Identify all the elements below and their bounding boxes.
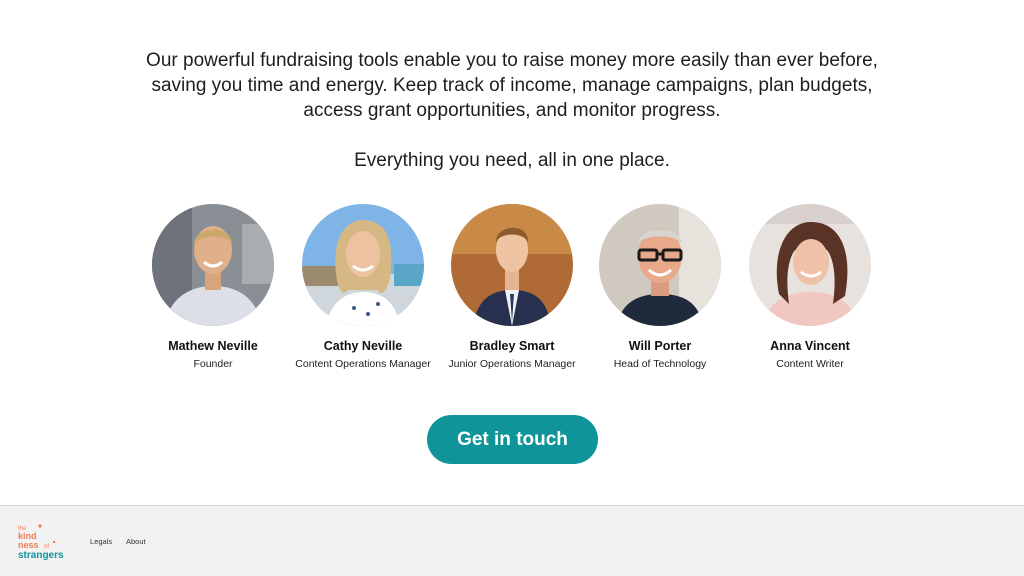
member-role: Content Operations Manager	[295, 358, 431, 370]
page: Our powerful fundraising tools enable yo…	[0, 0, 1024, 576]
avatar-photo	[451, 204, 573, 326]
svg-text:strangers: strangers	[18, 550, 64, 561]
member-name: Anna Vincent	[770, 339, 850, 353]
team-member-card: Bradley Smart Junior Operations Manager	[437, 204, 587, 371]
member-role: Founder	[193, 358, 233, 370]
footer-link-about[interactable]: About	[126, 537, 146, 546]
intro-section: Our powerful fundraising tools enable yo…	[0, 48, 1024, 173]
logo-wordmark-icon: the kind ness of strangers	[18, 524, 64, 561]
member-name: Mathew Neville	[168, 339, 258, 353]
avatar-photo	[152, 204, 274, 326]
team-section: Mathew Neville Founder Cathy Neville Con…	[138, 204, 886, 374]
avatar-photo	[302, 204, 424, 326]
member-name: Will Porter	[628, 339, 692, 353]
member-name: Bradley Smart	[469, 339, 555, 353]
svg-text:ness: ness	[18, 540, 39, 550]
team-member-card: Will Porter Head of Technology	[585, 204, 735, 371]
intro-paragraph: Our powerful fundraising tools enable yo…	[146, 50, 878, 121]
footer-link-legals[interactable]: Legals	[90, 537, 112, 546]
team-member-card: Mathew Neville Founder	[138, 204, 288, 371]
team-member-card: Anna Vincent Content Writer	[735, 204, 885, 371]
intro-tagline: Everything you need, all in one place.	[354, 150, 670, 171]
kindness-of-strangers-logo[interactable]: the kind ness of strangers	[16, 522, 76, 564]
avatar-photo	[749, 204, 871, 326]
avatar-photo	[599, 204, 721, 326]
member-name: Cathy Neville	[323, 339, 403, 353]
get-in-touch-button[interactable]: Get in touch	[427, 415, 598, 464]
member-role: Junior Operations Manager	[448, 358, 576, 370]
team-member-card: Cathy Neville Content Operations Manager	[288, 204, 438, 371]
member-role: Head of Technology	[613, 358, 707, 370]
footer: the kind ness of strangers Legals About	[0, 505, 1024, 576]
member-role: Content Writer	[776, 358, 844, 370]
